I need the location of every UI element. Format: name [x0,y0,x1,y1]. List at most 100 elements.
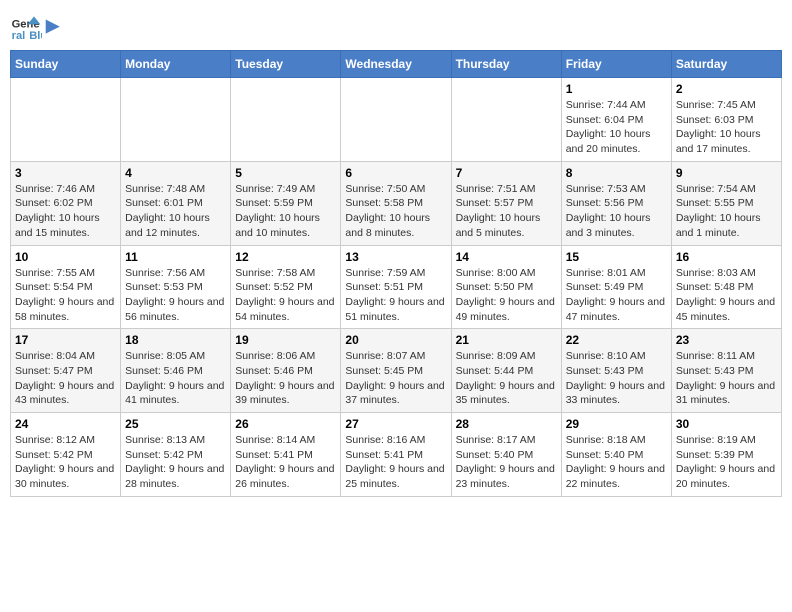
calendar-cell: 18 Sunrise: 8:05 AM Sunset: 5:46 PM Dayli… [121,329,231,413]
calendar-cell: 12Sunrise: 7:58 AM Sunset: 5:52 PM Dayli… [231,245,341,329]
day-info: Sunrise: 7:44 AM Sunset: 6:04 PM Dayligh… [566,98,667,157]
day-info: Sunrise: 8:07 AM Sunset: 5:45 PM Dayligh… [345,349,446,408]
day-info: Sunrise: 8:13 AM Sunset: 5:42 PM Dayligh… [125,433,226,492]
day-number: 7 [456,166,557,180]
column-header-tuesday: Tuesday [231,51,341,78]
calendar-cell: 14Sunrise: 8:00 AM Sunset: 5:50 PM Dayli… [451,245,561,329]
column-header-saturday: Saturday [671,51,781,78]
day-info: Sunrise: 7:46 AM Sunset: 6:02 PM Dayligh… [15,182,116,241]
day-info: Sunrise: 8:18 AM Sunset: 5:40 PM Dayligh… [566,433,667,492]
calendar-cell: 16 Sunrise: 8:03 AM Sunset: 5:48 PM Dayli… [671,245,781,329]
day-number: 14 [456,250,557,264]
day-number: 24 [15,417,116,431]
day-number: 26 [235,417,336,431]
calendar-cell: 6Sunrise: 7:50 AM Sunset: 5:58 PM Daylig… [341,161,451,245]
calendar-cell: 21Sunrise: 8:09 AM Sunset: 5:44 PM Dayli… [451,329,561,413]
calendar-cell: 7 Sunrise: 7:51 AM Sunset: 5:57 PM Daylig… [451,161,561,245]
day-info: Sunrise: 7:45 AM Sunset: 6:03 PM Dayligh… [676,98,777,157]
calendar-cell [451,78,561,162]
day-info: Sunrise: 7:51 AM Sunset: 5:57 PM Dayligh… [456,182,557,241]
calendar-week-row: 10Sunrise: 7:55 AM Sunset: 5:54 PM Dayli… [11,245,782,329]
day-number: 29 [566,417,667,431]
calendar-cell [341,78,451,162]
column-header-monday: Monday [121,51,231,78]
calendar-week-row: 17 Sunrise: 8:04 AM Sunset: 5:47 PM Dayli… [11,329,782,413]
day-number: 1 [566,82,667,96]
day-number: 18 [125,333,226,347]
calendar-week-row: 24 Sunrise: 8:12 AM Sunset: 5:42 PM Dayli… [11,413,782,497]
day-info: Sunrise: 8:04 AM Sunset: 5:47 PM Dayligh… [15,349,116,408]
calendar-cell: 4Sunrise: 7:48 AM Sunset: 6:01 PM Daylig… [121,161,231,245]
calendar-header-row: SundayMondayTuesdayWednesdayThursdayFrid… [11,51,782,78]
day-number: 19 [235,333,336,347]
day-info: Sunrise: 8:03 AM Sunset: 5:48 PM Dayligh… [676,266,777,325]
calendar-table: SundayMondayTuesdayWednesdayThursdayFrid… [10,50,782,497]
day-info: Sunrise: 8:17 AM Sunset: 5:40 PM Dayligh… [456,433,557,492]
day-number: 11 [125,250,226,264]
calendar-cell: 9 Sunrise: 7:54 AM Sunset: 5:55 PM Daylig… [671,161,781,245]
logo-icon-triangle: ▶ [46,16,59,35]
day-number: 28 [456,417,557,431]
day-number: 8 [566,166,667,180]
calendar-cell: 5Sunrise: 7:49 AM Sunset: 5:59 PM Daylig… [231,161,341,245]
day-number: 23 [676,333,777,347]
svg-text:Blue: Blue [29,30,42,42]
calendar-cell: 25 Sunrise: 8:13 AM Sunset: 5:42 PM Dayli… [121,413,231,497]
day-number: 2 [676,82,777,96]
calendar-cell: 13 Sunrise: 7:59 AM Sunset: 5:51 PM Dayli… [341,245,451,329]
logo: Gene ral Blue ▶ [10,10,59,42]
day-number: 16 [676,250,777,264]
calendar-week-row: 1 Sunrise: 7:44 AM Sunset: 6:04 PM Daylig… [11,78,782,162]
calendar-cell: 3 Sunrise: 7:46 AM Sunset: 6:02 PM Daylig… [11,161,121,245]
day-info: Sunrise: 8:01 AM Sunset: 5:49 PM Dayligh… [566,266,667,325]
calendar-cell: 1 Sunrise: 7:44 AM Sunset: 6:04 PM Daylig… [561,78,671,162]
day-number: 30 [676,417,777,431]
day-info: Sunrise: 7:54 AM Sunset: 5:55 PM Dayligh… [676,182,777,241]
calendar-cell: 2 Sunrise: 7:45 AM Sunset: 6:03 PM Daylig… [671,78,781,162]
day-info: Sunrise: 7:56 AM Sunset: 5:53 PM Dayligh… [125,266,226,325]
calendar-week-row: 3 Sunrise: 7:46 AM Sunset: 6:02 PM Daylig… [11,161,782,245]
column-header-friday: Friday [561,51,671,78]
calendar-cell: 29 Sunrise: 8:18 AM Sunset: 5:40 PM Dayli… [561,413,671,497]
day-info: Sunrise: 8:12 AM Sunset: 5:42 PM Dayligh… [15,433,116,492]
day-number: 15 [566,250,667,264]
day-number: 5 [235,166,336,180]
day-info: Sunrise: 7:59 AM Sunset: 5:51 PM Dayligh… [345,266,446,325]
logo-icon: Gene ral Blue [10,10,42,42]
day-number: 25 [125,417,226,431]
day-info: Sunrise: 8:05 AM Sunset: 5:46 PM Dayligh… [125,349,226,408]
calendar-cell: 20 Sunrise: 8:07 AM Sunset: 5:45 PM Dayli… [341,329,451,413]
calendar-cell: 19 Sunrise: 8:06 AM Sunset: 5:46 PM Dayli… [231,329,341,413]
day-info: Sunrise: 8:06 AM Sunset: 5:46 PM Dayligh… [235,349,336,408]
day-info: Sunrise: 7:55 AM Sunset: 5:54 PM Dayligh… [15,266,116,325]
calendar-cell: 10Sunrise: 7:55 AM Sunset: 5:54 PM Dayli… [11,245,121,329]
day-info: Sunrise: 8:16 AM Sunset: 5:41 PM Dayligh… [345,433,446,492]
day-number: 9 [676,166,777,180]
day-number: 12 [235,250,336,264]
calendar-cell [11,78,121,162]
day-number: 4 [125,166,226,180]
day-info: Sunrise: 8:14 AM Sunset: 5:41 PM Dayligh… [235,433,336,492]
calendar-cell: 27 Sunrise: 8:16 AM Sunset: 5:41 PM Dayli… [341,413,451,497]
calendar-cell: 8 Sunrise: 7:53 AM Sunset: 5:56 PM Daylig… [561,161,671,245]
day-number: 20 [345,333,446,347]
calendar-cell: 22Sunrise: 8:10 AM Sunset: 5:43 PM Dayli… [561,329,671,413]
column-header-wednesday: Wednesday [341,51,451,78]
svg-text:ral: ral [12,30,26,42]
day-number: 3 [15,166,116,180]
calendar-cell: 11 Sunrise: 7:56 AM Sunset: 5:53 PM Dayli… [121,245,231,329]
day-info: Sunrise: 8:19 AM Sunset: 5:39 PM Dayligh… [676,433,777,492]
day-info: Sunrise: 7:53 AM Sunset: 5:56 PM Dayligh… [566,182,667,241]
column-header-thursday: Thursday [451,51,561,78]
calendar-cell: 24 Sunrise: 8:12 AM Sunset: 5:42 PM Dayli… [11,413,121,497]
calendar-cell: 26 Sunrise: 8:14 AM Sunset: 5:41 PM Dayli… [231,413,341,497]
day-number: 17 [15,333,116,347]
day-number: 13 [345,250,446,264]
page-header: Gene ral Blue ▶ [10,10,782,42]
day-number: 22 [566,333,667,347]
column-header-sunday: Sunday [11,51,121,78]
calendar-cell [121,78,231,162]
day-number: 27 [345,417,446,431]
day-info: Sunrise: 8:11 AM Sunset: 5:43 PM Dayligh… [676,349,777,408]
calendar-cell: 30 Sunrise: 8:19 AM Sunset: 5:39 PM Dayli… [671,413,781,497]
